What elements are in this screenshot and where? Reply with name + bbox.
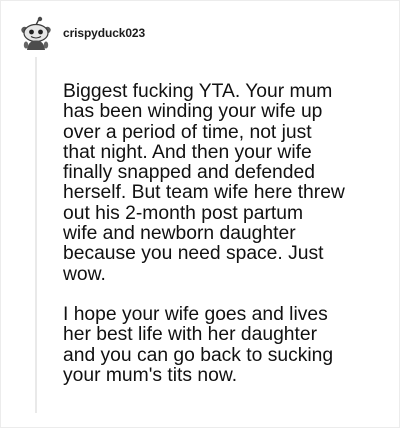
comment-paragraph-2: I hope your wife goes and lives her best… <box>63 303 334 386</box>
comment-paragraph-1: Biggest fucking YTA. Your mum has been w… <box>63 81 345 285</box>
username[interactable]: crispyduck023 <box>63 26 145 40</box>
comment-body: Biggest fucking YTA. Your mum has been w… <box>63 81 393 386</box>
comment-card: crispyduck023 Biggest fucking YTA. Your … <box>0 0 400 428</box>
reddit-snoo-avatar-icon[interactable] <box>20 16 52 52</box>
thread-line[interactable] <box>35 57 37 413</box>
comment-header: crispyduck023 <box>20 16 145 52</box>
